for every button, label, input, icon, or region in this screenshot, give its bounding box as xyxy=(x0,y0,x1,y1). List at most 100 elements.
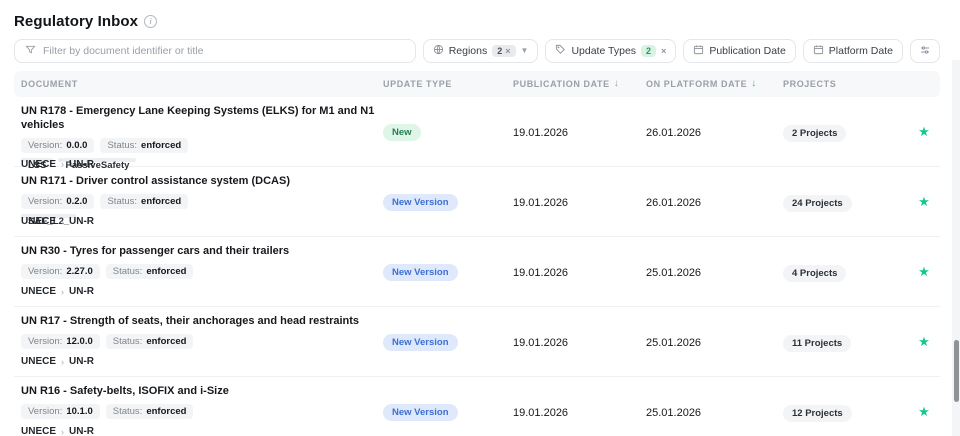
projects-cell: 24 Projects xyxy=(783,193,908,212)
chevron-down-icon: ▼ xyxy=(520,46,529,55)
document-meta: Version: 12.0.0 Status: enforced xyxy=(21,333,194,350)
breadcrumb: UNECE › UN-R xyxy=(21,426,94,436)
update-type-badge: New Version xyxy=(383,263,458,282)
favorite-cell: ★ xyxy=(908,195,940,208)
status-pill: Status: enforced xyxy=(100,193,189,210)
document-title: UN R16 - Safety-belts, ISOFIX and i-Size xyxy=(21,385,229,397)
column-header-publication-date[interactable]: Publication Date ↓ xyxy=(513,79,646,90)
update-type-badge: New Version xyxy=(383,333,458,352)
table-settings-button[interactable] xyxy=(910,39,940,63)
sort-desc-icon-active: ↓ xyxy=(751,78,757,89)
projects-cell: 11 Projects xyxy=(783,333,908,352)
page-title: Regulatory Inbox xyxy=(14,12,139,30)
favorite-cell: ★ xyxy=(908,125,940,138)
document-meta: Version: 2.27.0 Status: enforced xyxy=(21,263,194,280)
breadcrumb-item: UN-R xyxy=(69,356,95,367)
info-icon[interactable]: i xyxy=(144,14,158,28)
document-meta: Version: 0.2.0 Status: enforced xyxy=(21,193,189,210)
publication-date-cell: 19.01.2026 xyxy=(513,266,569,279)
breadcrumb-separator: › xyxy=(61,426,65,436)
projects-cell: 12 Projects xyxy=(783,403,908,422)
search-input[interactable] xyxy=(43,45,405,57)
projects-count-pill: 11 Projects xyxy=(783,334,852,352)
column-header-on-platform-date[interactable]: On Platform Date ↓ xyxy=(646,78,783,90)
version-pill: Version: 12.0.0 xyxy=(21,333,100,350)
page-header: Regulatory Inbox i xyxy=(14,10,940,32)
breadcrumb: UNECE › UN-R xyxy=(21,356,94,367)
sliders-icon xyxy=(919,44,931,59)
search-field-wrap xyxy=(14,39,416,63)
favorite-star-icon[interactable]: ★ xyxy=(918,265,930,278)
table-row[interactable]: UN R30 - Tyres for passenger cars and th… xyxy=(14,237,940,307)
breadcrumb-item: UNECE xyxy=(21,286,57,297)
document-meta: Version: 0.0.0 Status: enforced xyxy=(21,137,189,153)
update-types-clear-icon[interactable]: × xyxy=(661,46,666,56)
table-row[interactable]: UN R16 - Safety-belts, ISOFIX and i-Size… xyxy=(14,377,940,436)
version-pill: Version: 0.0.0 xyxy=(21,137,95,153)
update-type-cell: New Version xyxy=(383,262,513,282)
favorite-star-icon[interactable]: ★ xyxy=(918,335,930,348)
publication-date-filter-button[interactable]: Publication Date xyxy=(683,39,796,63)
update-type-cell: New Version xyxy=(383,402,513,422)
table-header-row: Document Update Type Publication Date ↓ … xyxy=(14,71,940,97)
platform-date-filter-button[interactable]: Platform Date xyxy=(802,39,903,63)
projects-count-pill: 12 Projects xyxy=(783,404,852,422)
update-types-count-badge: 2 xyxy=(641,45,657,57)
documents-table: Document Update Type Publication Date ↓ … xyxy=(14,71,940,436)
regions-filter-button[interactable]: Regions 2 × ▼ xyxy=(422,39,539,63)
on-platform-date-cell: 25.01.2026 xyxy=(646,336,702,349)
table-row[interactable]: UN R171 - Driver control assistance syst… xyxy=(14,167,940,237)
status-pill: Status: enforced xyxy=(105,333,194,350)
breadcrumb-item: UN-R xyxy=(69,216,95,227)
table-row[interactable]: UN R17 - Strength of seats, their anchor… xyxy=(14,307,940,377)
projects-count-pill: 2 Projects xyxy=(783,124,847,142)
update-type-badge: New Version xyxy=(383,403,458,422)
breadcrumb-separator: › xyxy=(61,356,65,367)
projects-cell: 2 Projects xyxy=(783,123,908,142)
breadcrumb-item: UNECE xyxy=(21,426,57,436)
column-header-projects: Projects xyxy=(783,79,837,89)
update-types-filter-button[interactable]: Update Types 2 × xyxy=(545,39,677,63)
document-cell: UN R171 - Driver control assistance syst… xyxy=(14,167,383,236)
breadcrumb-item: UNECE xyxy=(21,356,57,367)
document-title: UN R17 - Strength of seats, their anchor… xyxy=(21,315,360,327)
status-pill: Status: enforced xyxy=(100,137,189,153)
document-cell: UN R16 - Safety-belts, ISOFIX and i-Size… xyxy=(14,377,383,436)
scrollbar-track[interactable] xyxy=(952,60,960,436)
publication-date-cell: 19.01.2026 xyxy=(513,336,569,349)
calendar-icon xyxy=(813,44,824,58)
calendar-icon xyxy=(693,44,704,58)
favorite-star-icon[interactable]: ★ xyxy=(918,405,930,418)
publication-date-cell: 19.01.2026 xyxy=(513,406,569,419)
scrollbar-thumb[interactable] xyxy=(954,340,959,402)
tag-icon xyxy=(555,44,566,58)
regions-filter-label: Regions xyxy=(448,45,488,57)
version-pill: Version: 2.27.0 xyxy=(21,263,100,280)
projects-count-pill: 24 Projects xyxy=(783,194,852,212)
table-body: UN R178 - Emergency Lane Keeping Systems… xyxy=(14,97,940,436)
document-meta: Version: 10.1.0 Status: enforced xyxy=(21,403,194,420)
favorite-star-icon[interactable]: ★ xyxy=(918,125,930,138)
regulatory-inbox-page: Regulatory Inbox i Regions 2 × ▼ Up xyxy=(0,0,960,436)
breadcrumb: UNECE › UN-R xyxy=(21,286,94,297)
breadcrumb-separator: › xyxy=(61,286,65,297)
update-type-badge: New xyxy=(383,123,421,142)
projects-cell: 4 Projects xyxy=(783,263,908,282)
update-types-filter-label: Update Types xyxy=(571,45,637,57)
version-pill: Version: 0.2.0 xyxy=(21,193,95,210)
table-row[interactable]: UN R178 - Emergency Lane Keeping Systems… xyxy=(14,97,940,171)
document-cell: UN R178 - Emergency Lane Keeping Systems… xyxy=(14,97,383,171)
column-header-document: Document xyxy=(21,79,78,89)
column-header-update-type: Update Type xyxy=(383,79,452,89)
platform-date-filter-label: Platform Date xyxy=(828,45,893,57)
on-platform-date-cell: 25.01.2026 xyxy=(646,406,702,419)
on-platform-date-cell: 25.01.2026 xyxy=(646,266,702,279)
favorite-star-icon[interactable]: ★ xyxy=(918,195,930,208)
favorite-cell: ★ xyxy=(908,405,940,418)
update-type-badge: New Version xyxy=(383,193,458,212)
favorite-cell: ★ xyxy=(908,265,940,278)
projects-count-pill: 4 Projects xyxy=(783,264,847,282)
breadcrumb: UNECE › UN-R xyxy=(21,216,94,227)
breadcrumb-item: UN-R xyxy=(69,286,95,297)
regions-clear-icon[interactable]: × xyxy=(505,46,510,56)
